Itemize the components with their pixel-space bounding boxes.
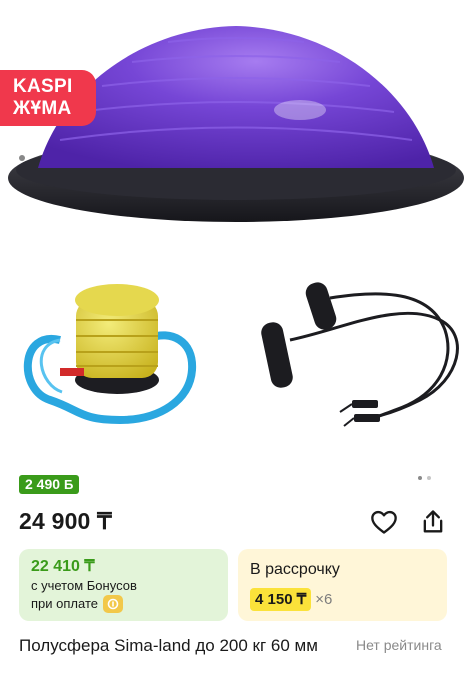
resistance-bands-icon	[261, 282, 459, 427]
bonus-price: 22 410 ₸	[31, 558, 95, 575]
bonus-caption-text: при оплате	[31, 596, 98, 611]
installment-multiplier: ×6	[315, 591, 333, 608]
product-gallery[interactable]: KASPI ЖҰМА	[0, 0, 468, 462]
pagination-dot	[418, 476, 422, 480]
favorite-button[interactable]	[370, 508, 398, 536]
share-icon	[423, 510, 443, 533]
kaspi-juma-promo-badge: KASPI ЖҰМА	[0, 70, 96, 126]
product-title: Полусфера Sima-land до 200 кг 60 мм	[19, 636, 318, 655]
rating-status[interactable]: Нет рейтинга	[356, 637, 442, 653]
installment-amount: 4 150 ₸	[250, 588, 312, 611]
bonus-caption-line2: при оплате	[31, 595, 216, 613]
promo-line2: ЖҰМА	[13, 98, 72, 119]
bonus-amount-tag: 2 490 Б	[19, 475, 80, 494]
heart-icon	[371, 510, 397, 534]
foot-pump-icon	[23, 284, 197, 425]
installment-line: 4 150 ₸ ×6	[250, 588, 435, 611]
pagination-dot	[427, 476, 431, 480]
gallery-pagination-dots	[418, 476, 431, 480]
bonus-caption-line1: с учетом Бонусов	[31, 578, 137, 593]
share-button[interactable]	[419, 508, 447, 536]
bonus-icon: Б	[64, 477, 74, 492]
installment-title: В рассрочку	[250, 561, 340, 578]
product-price: 24 900 ₸	[19, 508, 112, 534]
installment-card[interactable]: В рассрочку 4 150 ₸ ×6	[238, 549, 447, 621]
bonus-amount: 2 490	[25, 476, 61, 492]
kaspi-gold-icon	[102, 595, 123, 613]
promo-line1: KASPI	[13, 76, 73, 97]
bonus-price-card[interactable]: 22 410 ₸ с учетом Бонусов при оплате	[19, 549, 228, 621]
